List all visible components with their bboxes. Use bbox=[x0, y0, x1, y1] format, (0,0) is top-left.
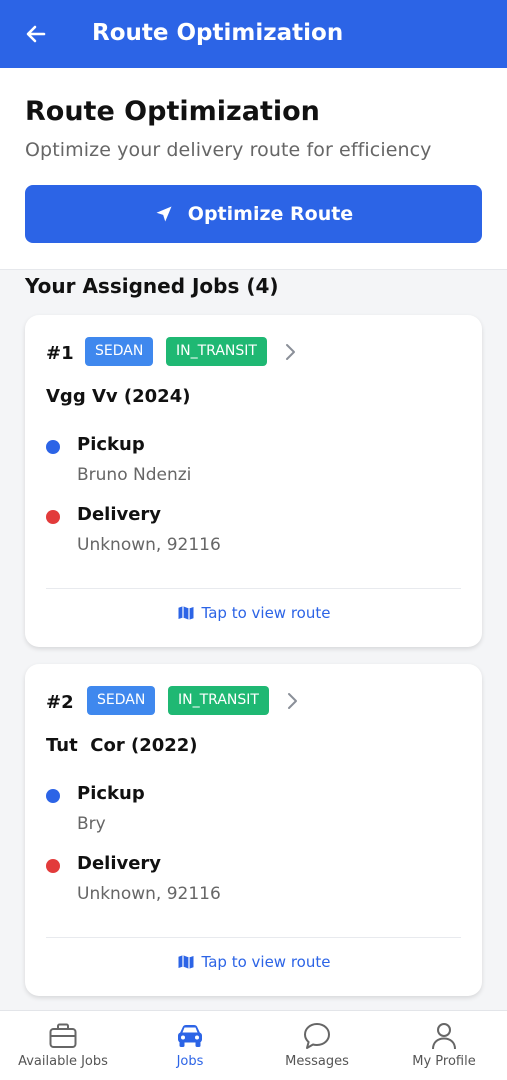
page-subtitle: Optimize your delivery route for efficie… bbox=[25, 139, 432, 161]
view-route-link[interactable]: Tap to view route bbox=[25, 953, 482, 971]
vehicle-type-badge: SEDAN bbox=[85, 337, 154, 366]
nav-label: Messages bbox=[285, 1054, 349, 1069]
nav-messages[interactable]: Messages bbox=[254, 1011, 380, 1080]
back-button[interactable] bbox=[20, 18, 52, 50]
card-divider bbox=[46, 588, 461, 589]
app-bar-title: Route Optimization bbox=[92, 20, 344, 46]
nav-label: My Profile bbox=[412, 1054, 476, 1069]
jobs-list[interactable]: Your Assigned Jobs (4) #1 SEDAN IN_TRANS… bbox=[0, 269, 507, 1010]
delivery-dot-icon bbox=[46, 859, 60, 873]
job-number: #2 bbox=[46, 692, 74, 713]
card-divider bbox=[46, 937, 461, 938]
jobs-section-title: Your Assigned Jobs (4) bbox=[25, 274, 279, 298]
job-card[interactable]: #1 SEDAN IN_TRANSIT Vgg Vv (2024) Pickup… bbox=[25, 315, 482, 647]
status-badge: IN_TRANSIT bbox=[168, 686, 269, 715]
map-icon bbox=[178, 955, 194, 969]
vehicle-type-badge: SEDAN bbox=[87, 686, 156, 715]
optimize-route-button[interactable]: Optimize Route bbox=[25, 185, 482, 243]
pickup-dot-icon bbox=[46, 440, 60, 454]
bottom-navigation: Available Jobs Jobs Messages My Profile bbox=[0, 1010, 507, 1080]
page-title: Route Optimization bbox=[25, 96, 320, 127]
arrow-left-icon bbox=[26, 25, 46, 43]
job-number: #1 bbox=[46, 343, 74, 364]
nav-jobs[interactable]: Jobs bbox=[127, 1011, 253, 1080]
page-header: Route Optimization Optimize your deliver… bbox=[0, 68, 507, 269]
chat-bubble-icon bbox=[304, 1023, 330, 1049]
status-badge: IN_TRANSIT bbox=[166, 337, 267, 366]
nav-label: Available Jobs bbox=[18, 1054, 108, 1069]
car-icon bbox=[178, 1025, 202, 1047]
app-bar: Route Optimization bbox=[0, 0, 507, 68]
pickup-label: Pickup bbox=[77, 434, 145, 455]
delivery-dot-icon bbox=[46, 510, 60, 524]
view-route-link[interactable]: Tap to view route bbox=[25, 604, 482, 622]
optimize-route-label: Optimize Route bbox=[187, 203, 354, 225]
pickup-dot-icon bbox=[46, 789, 60, 803]
vehicle-name: Vgg Vv (2024) bbox=[46, 386, 191, 407]
chevron-right-icon bbox=[288, 693, 297, 709]
nav-label: Jobs bbox=[176, 1054, 204, 1069]
pickup-value: Bry bbox=[77, 814, 106, 834]
briefcase-icon bbox=[49, 1023, 77, 1048]
view-route-label: Tap to view route bbox=[201, 604, 331, 622]
vehicle-name: Tut Cor (2022) bbox=[46, 735, 198, 756]
view-route-label: Tap to view route bbox=[201, 953, 331, 971]
delivery-value: Unknown, 92116 bbox=[77, 884, 221, 904]
nav-my-profile[interactable]: My Profile bbox=[381, 1011, 507, 1080]
job-card[interactable]: #2 SEDAN IN_TRANSIT Tut Cor (2022) Picku… bbox=[25, 664, 482, 996]
delivery-label: Delivery bbox=[77, 504, 162, 525]
nav-available-jobs[interactable]: Available Jobs bbox=[0, 1011, 126, 1080]
chevron-right-icon bbox=[286, 344, 295, 360]
navigation-arrow-icon bbox=[156, 206, 172, 222]
delivery-label: Delivery bbox=[77, 853, 162, 874]
pickup-value: Bruno Ndenzi bbox=[77, 465, 192, 485]
pickup-label: Pickup bbox=[77, 783, 145, 804]
person-icon bbox=[432, 1023, 456, 1050]
delivery-value: Unknown, 92116 bbox=[77, 535, 221, 555]
map-icon bbox=[178, 606, 194, 620]
